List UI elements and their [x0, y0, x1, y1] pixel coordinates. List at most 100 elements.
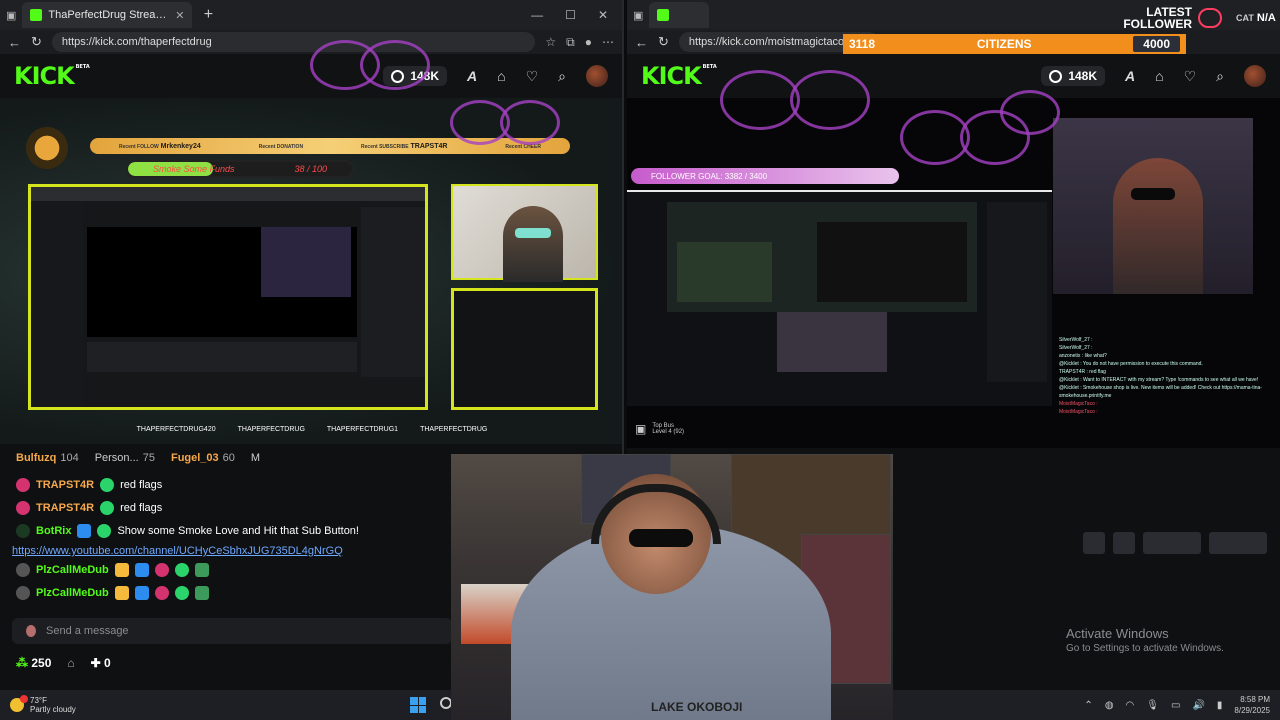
browser-tab[interactable]: ThaPerfectDrug Stream - Watch L ✕ [22, 2, 193, 28]
kick-header: KICK BETA 148K A ⌂ ♡ ⌕ [627, 54, 1280, 98]
back-icon[interactable]: ← [635, 35, 648, 50]
battery-icon[interactable]: ▮ [1217, 700, 1223, 711]
chat-username[interactable]: BotRix [36, 525, 71, 537]
points-display[interactable]: ⁂ 250 [16, 656, 51, 670]
kick-favicon-icon [30, 9, 43, 21]
emote-icon [194, 586, 209, 600]
emote-icon [194, 563, 209, 577]
heart-icon[interactable]: ♡ [1184, 68, 1197, 85]
user-avatar[interactable] [586, 65, 608, 87]
tab-actions-icon[interactable]: ▣ [6, 9, 16, 22]
latest-follower-value: N/A [1256, 12, 1276, 24]
bot-icon [16, 524, 30, 538]
cat-prefix: CAT [1236, 13, 1254, 23]
gift-icon[interactable]: ⌂ [497, 68, 505, 84]
plus-display[interactable]: ✚ 0 [91, 656, 111, 670]
top-bus-widget: ▣ Top Bus Level 4 (92) [635, 422, 684, 436]
heart-outline-icon [1198, 8, 1222, 28]
weather-widget[interactable]: 73°F Partly cloudy [0, 695, 76, 714]
chat-username[interactable]: PlzCallMeDub [36, 587, 109, 599]
sub-badge-icon [134, 563, 149, 577]
browser-tab[interactable] [649, 2, 710, 28]
a-logo-icon[interactable]: A [467, 68, 477, 84]
view-button[interactable] [1143, 532, 1201, 554]
refresh-icon[interactable]: ↻ [658, 34, 669, 50]
chat-text: Show some Smoke Love and Hit that Sub Bu… [117, 525, 359, 537]
view-button[interactable] [1113, 532, 1135, 554]
chevron-up-icon[interactable]: ⌃ [1084, 700, 1092, 711]
weather-text: Partly cloudy [30, 705, 76, 714]
chat-username[interactable]: PlzCallMeDub [36, 564, 109, 576]
citizens-goal: 4000 [1133, 36, 1180, 52]
user-badge-icon [16, 501, 30, 515]
clock[interactable]: 8:58 PM 8/29/2025 [1234, 694, 1270, 716]
user-avatar-icon [16, 586, 30, 600]
gifter-item[interactable]: Person... 75 [95, 452, 155, 464]
search-icon[interactable]: ⌕ [558, 68, 566, 85]
chat-link[interactable]: https://www.youtube.com/channel/UCHyCeSb… [12, 545, 343, 557]
gifter-item[interactable]: Fugel_03 60 [171, 452, 235, 464]
activate-sub: Go to Settings to activate Windows. [1066, 643, 1224, 654]
tab-actions-icon[interactable]: ▣ [633, 9, 643, 22]
volume-icon[interactable]: 🔊 [1192, 700, 1204, 711]
alert-label: Recent CHEER [505, 143, 541, 150]
network-icon[interactable]: ◍ [1105, 700, 1114, 711]
shop-icon[interactable]: ⌂ [67, 656, 74, 670]
player-view-buttons [1083, 532, 1267, 554]
stream-screenshare [28, 184, 428, 410]
favorite-icon[interactable]: ☆ [545, 35, 556, 50]
chat-username[interactable]: TRAPST4R [36, 479, 94, 491]
alert-name: TRAPST4R [410, 142, 448, 150]
gift-badge-icon [154, 586, 169, 600]
overlay-chat-line: SilverWolf_27 : [1059, 345, 1093, 351]
chat-username[interactable]: TRAPST4R [36, 502, 94, 514]
gift-icon[interactable]: ⌂ [1155, 68, 1163, 84]
lion-logo-icon [22, 124, 72, 172]
new-tab-button[interactable]: + [198, 6, 218, 24]
search-icon[interactable]: ⌕ [1216, 68, 1224, 85]
url-text: https://kick.com/thaperfectdrug [61, 36, 212, 48]
stream-video[interactable]: Recent FOLLOW Mrkenkey24 Recent DONATION… [0, 98, 622, 444]
url-text: https://kick.com/moistmagictaco [688, 36, 845, 48]
minimize-icon[interactable]: — [531, 8, 543, 22]
stream-screenshare [627, 190, 1052, 406]
top-bus-level: Level 4 (92) [652, 429, 685, 435]
close-tab-icon[interactable]: ✕ [175, 9, 184, 22]
wifi-icon[interactable]: ◠ [1126, 700, 1135, 711]
sunglasses [629, 529, 693, 547]
send-message-input[interactable]: Send a message [12, 618, 452, 644]
back-icon[interactable]: ← [8, 35, 21, 50]
gifter-item[interactable]: M [251, 452, 260, 464]
close-window-icon[interactable]: ✕ [598, 8, 608, 22]
social-handle: THAPERFECTDRUG [420, 426, 488, 433]
verified-badge-icon [97, 524, 112, 538]
user-identity-icon[interactable] [26, 625, 36, 637]
view-button[interactable] [1083, 532, 1105, 554]
social-handle: THAPERFECTDRUG420 [136, 426, 216, 433]
maximize-icon[interactable]: ☐ [565, 8, 576, 22]
stream-overlay-chat: SilverWolf_27 : SilverWolf_27 : anzoneti… [1059, 336, 1274, 446]
extensions-icon[interactable]: ⧉ [566, 35, 575, 50]
display-icon[interactable]: ▭ [1171, 700, 1180, 711]
a-logo-icon[interactable]: A [1125, 68, 1135, 84]
gifter-item[interactable]: Bulfuzq 104 [16, 452, 79, 464]
overlay-chat-line: anzonetix : like what? [1059, 353, 1107, 359]
goal-value: 38 / 100 [294, 164, 328, 174]
citizens-count: 3118 [849, 37, 876, 51]
view-button[interactable] [1209, 532, 1267, 554]
menu-icon[interactable]: ⋯ [602, 35, 614, 50]
floating-webcam: LAKE OKOBOJI [451, 454, 893, 720]
stream-overlay-chat [451, 288, 598, 410]
mic-icon[interactable]: 🎙 [1146, 700, 1159, 711]
refresh-icon[interactable]: ↻ [31, 34, 42, 50]
stream-video[interactable]: FOLLOWER GOAL: 3382 / 3400 SilverWolf_27… [627, 98, 1280, 448]
start-icon[interactable] [410, 697, 426, 713]
heart-icon[interactable]: ♡ [526, 68, 539, 85]
kick-logo[interactable]: KICK BETA [14, 62, 90, 90]
url-field[interactable]: https://kick.com/thaperfectdrug [51, 32, 536, 52]
kick-logo[interactable]: KICK BETA [641, 62, 717, 90]
profile-icon[interactable]: ● [585, 35, 592, 50]
viewer-count-value: 148K [410, 69, 439, 83]
user-avatar-icon [16, 563, 30, 577]
user-avatar[interactable] [1244, 65, 1266, 87]
